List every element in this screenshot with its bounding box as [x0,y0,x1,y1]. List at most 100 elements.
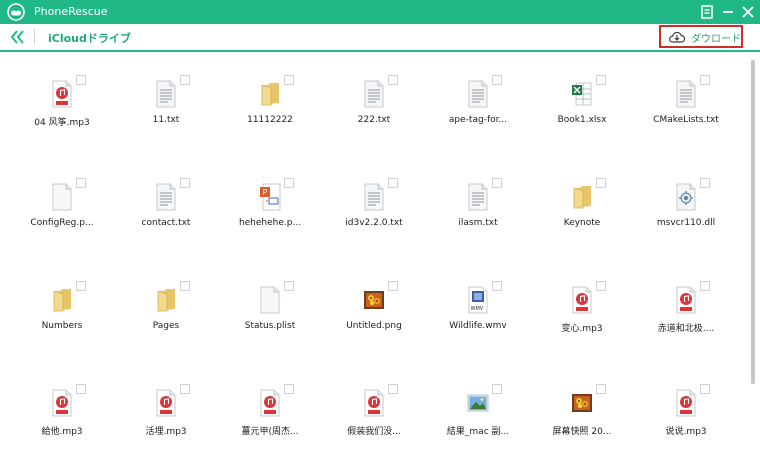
file-item[interactable]: 活埋.mp3 [114,361,218,451]
file-item[interactable]: WMV Wildlife.wmv [426,258,530,348]
file-checkbox[interactable] [284,178,294,188]
file-checkbox[interactable] [492,384,502,394]
file-item[interactable]: Pages [114,258,218,348]
file-item[interactable]: ilasm.txt [426,155,530,245]
ppt-file-icon: P [259,183,281,211]
file-item[interactable]: 假装我们没... [322,361,426,451]
file-name: 屏幕快照 20... [552,427,612,437]
file-name: ilasm.txt [458,218,498,228]
scrollbar-thumb[interactable] [751,60,755,384]
file-checkbox[interactable] [388,178,398,188]
folder-icon [51,286,73,314]
file-name: Untitled.png [346,321,402,331]
txt-file-icon [467,183,489,211]
file-checkbox[interactable] [492,178,502,188]
file-item[interactable]: ape-tag-for... [426,52,530,142]
file-item[interactable]: Keynote [530,155,634,245]
file-item[interactable]: Untitled.png [322,258,426,348]
file-checkbox[interactable] [180,75,190,85]
file-name: Pages [152,321,180,331]
file-item[interactable]: CMakeLists.txt [634,52,738,142]
file-item[interactable]: id3v2.2.0.txt [322,155,426,245]
file-checkbox[interactable] [76,384,86,394]
file-item[interactable]: Status.plist [218,258,322,348]
file-item[interactable]: 屏幕快照 20... [530,361,634,451]
file-checkbox[interactable] [492,281,502,291]
file-checkbox[interactable] [700,178,710,188]
file-name: Status.plist [244,321,296,331]
file-item[interactable]: ConfigReg.p... [10,155,114,245]
file-name: Book1.xlsx [557,115,607,125]
file-checkbox[interactable] [180,384,190,394]
file-checkbox[interactable] [700,281,710,291]
file-name: ape-tag-for... [448,115,508,125]
file-name: 04 风筝.mp3 [34,118,90,128]
image-file-icon [363,286,385,314]
file-checkbox[interactable] [284,384,294,394]
folder-icon [155,286,177,314]
vertical-scrollbar[interactable] [748,60,758,460]
folder-icon [571,183,593,211]
download-button-label: ダウロード [691,34,741,45]
cloud-download-icon [669,31,686,43]
file-checkbox[interactable] [388,384,398,394]
file-checkbox[interactable] [76,281,86,291]
file-item[interactable]: msvcr110.dll [634,155,738,245]
file-checkbox[interactable] [388,281,398,291]
file-checkbox[interactable] [284,281,294,291]
menu-button[interactable] [697,2,717,22]
file-item[interactable]: Book1.xlsx [530,52,634,142]
mp3-file-icon [675,389,697,417]
file-item[interactable]: 11112222 [218,52,322,142]
file-item[interactable]: contact.txt [114,155,218,245]
file-checkbox[interactable] [596,384,606,394]
back-button[interactable] [8,27,28,47]
file-name: 11112222 [247,115,293,125]
file-name: hehehehe.p... [238,218,302,228]
section-title: iCloudドライブ [48,32,131,45]
file-item[interactable]: 04 风筝.mp3 [10,52,114,142]
minimize-button[interactable] [718,2,738,22]
image-file-icon [571,389,593,417]
close-button[interactable] [738,2,758,22]
mp3-file-icon [51,389,73,417]
close-icon [742,6,754,18]
file-item[interactable]: 222.txt [322,52,426,142]
file-item[interactable]: Numbers [10,258,114,348]
file-item[interactable]: 赤道和北极.... [634,258,738,348]
menu-icon [701,5,713,19]
file-item[interactable]: Phehehehe.p... [218,155,322,245]
landscape-file-icon [467,389,489,417]
mp3-file-icon [259,389,281,417]
file-name: 变心.mp3 [561,324,603,334]
file-checkbox[interactable] [180,281,190,291]
file-name: contact.txt [141,218,191,228]
file-checkbox[interactable] [284,75,294,85]
file-item[interactable]: 給他.mp3 [10,361,114,451]
file-name: Wildlife.wmv [449,321,507,331]
file-name: Keynote [563,218,601,228]
txt-file-icon [363,80,385,108]
file-checkbox[interactable] [700,75,710,85]
file-item[interactable]: 变心.mp3 [530,258,634,348]
file-checkbox[interactable] [596,178,606,188]
file-checkbox[interactable] [492,75,502,85]
file-item[interactable]: 薑元甲(周杰... [218,361,322,451]
folder-icon [259,80,281,108]
file-checkbox[interactable] [596,281,606,291]
file-name: CMakeLists.txt [653,115,719,125]
toolbar-divider [34,29,35,45]
file-item[interactable]: 说说.mp3 [634,361,738,451]
file-checkbox[interactable] [76,75,86,85]
file-grid: 04 风筝.mp3 11.txt 11112222 222.txt ape-tag-fo… [0,52,746,465]
file-checkbox[interactable] [700,384,710,394]
file-checkbox[interactable] [180,178,190,188]
download-button[interactable]: ダウロード [659,25,743,48]
file-name: 給他.mp3 [41,427,83,437]
file-name: 11.txt [152,115,180,125]
file-item[interactable]: 結果_mac 副... [426,361,530,451]
file-checkbox[interactable] [76,178,86,188]
file-checkbox[interactable] [388,75,398,85]
file-checkbox[interactable] [596,75,606,85]
file-item[interactable]: 11.txt [114,52,218,142]
